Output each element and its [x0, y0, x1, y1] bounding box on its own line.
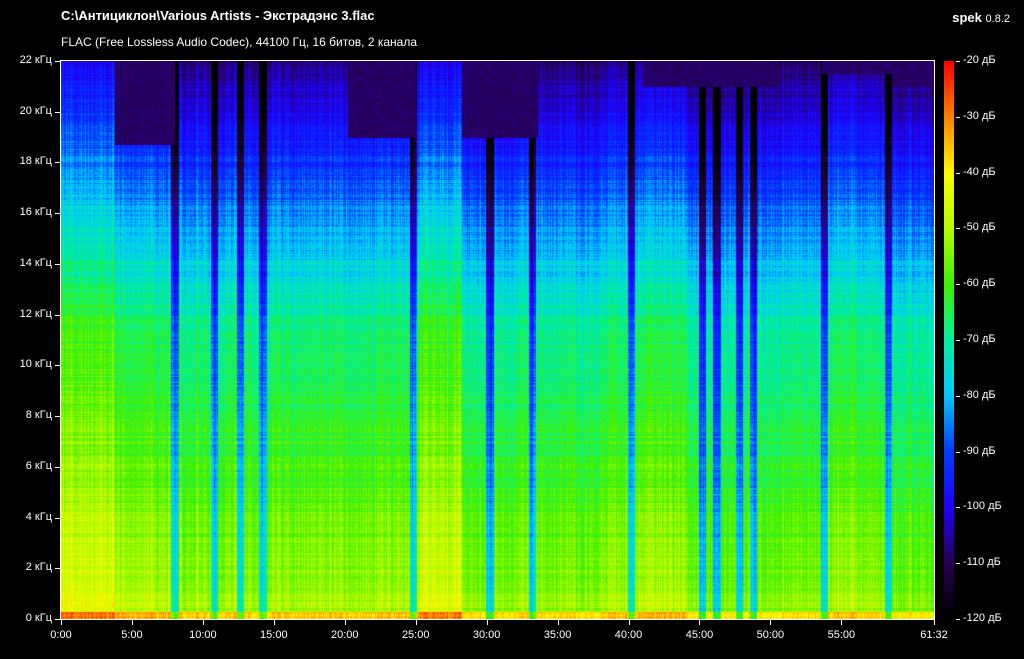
x-tick-label: 35:00 [543, 629, 572, 641]
db-tick [956, 395, 960, 397]
y-tick-label: 6 кГц [25, 459, 52, 472]
y-tick-label: 18 кГц [19, 155, 52, 168]
x-tick [131, 620, 133, 625]
y-tick [55, 61, 60, 62]
y-tick [55, 619, 60, 620]
db-tick [956, 451, 960, 453]
db-tick-label: -80 дБ [963, 388, 996, 401]
y-tick-label: 22 кГц [19, 54, 52, 66]
y-tick-label: 16 кГц [19, 206, 52, 219]
y-tick [55, 416, 60, 418]
x-tick [934, 620, 935, 625]
x-tick [841, 620, 843, 625]
x-tick-label: 40:00 [614, 629, 643, 641]
y-tick [55, 213, 60, 215]
x-tick-label: 55:00 [827, 629, 856, 641]
db-tick [956, 172, 960, 174]
y-tick [55, 314, 60, 316]
db-tick-label: -110 дБ [963, 556, 1001, 569]
db-tick [956, 228, 960, 230]
db-tick-label: -60 дБ [963, 277, 996, 290]
db-tick [956, 116, 960, 118]
y-tick [55, 111, 60, 113]
y-tick-label: 10 кГц [19, 358, 52, 371]
db-tick-label: -70 дБ [963, 333, 996, 345]
y-tick-label: 20 кГц [19, 104, 52, 117]
x-tick [557, 620, 559, 625]
x-tick [770, 620, 772, 625]
db-tick-label: -120 дБ [963, 612, 1002, 624]
x-tick [61, 620, 62, 625]
app-name: spek [952, 10, 982, 25]
x-tick-label: 45:00 [685, 629, 714, 641]
y-tick [55, 365, 60, 367]
y-tick [55, 263, 60, 265]
db-tick-label: -20 дБ [963, 54, 996, 66]
y-tick-label: 14 кГц [19, 256, 52, 269]
y-tick [55, 517, 60, 519]
x-tick-label: 50:00 [756, 629, 785, 641]
y-tick-label: 12 кГц [19, 307, 52, 320]
x-tick [202, 620, 204, 625]
y-tick [55, 466, 60, 468]
x-tick [486, 620, 488, 625]
x-tick [273, 620, 275, 625]
db-tick [956, 507, 960, 509]
db-tick [956, 619, 960, 620]
db-tick [956, 61, 960, 62]
db-tick-label: -90 дБ [963, 444, 996, 457]
x-tick [699, 620, 701, 625]
y-tick-label: 4 кГц [25, 510, 52, 523]
x-tick-label: 25:00 [401, 629, 430, 641]
x-tick [344, 620, 346, 625]
db-tick-label: -100 дБ [963, 500, 1002, 513]
y-tick-label: 8 кГц [25, 409, 52, 422]
app-brand: spek 0.8.2 [952, 10, 1010, 25]
x-tick [415, 620, 417, 625]
file-info: FLAC (Free Lossless Audio Codec), 44100 … [61, 35, 417, 49]
y-tick-label: 0 кГц [25, 612, 52, 624]
y-tick-label: 2 кГц [25, 561, 52, 574]
x-tick-label: 30:00 [472, 629, 501, 641]
x-tick-label: 61:32 [920, 629, 948, 641]
db-tick-label: -40 дБ [963, 165, 996, 178]
db-tick [956, 563, 960, 565]
db-tick [956, 284, 960, 286]
db-tick-label: -50 дБ [963, 221, 996, 234]
db-tick-label: -30 дБ [963, 109, 996, 122]
x-tick-label: 0:00 [50, 629, 72, 641]
x-tick-label: 15:00 [260, 629, 288, 641]
y-tick [55, 568, 60, 570]
x-tick [628, 620, 630, 625]
plot-frame [60, 60, 935, 620]
file-path-title: C:\Антициклон\Various Artists - Экстрадэ… [61, 8, 375, 23]
x-tick-label: 20:00 [330, 629, 359, 641]
y-tick [55, 162, 60, 164]
app-version: 0.8.2 [985, 13, 1010, 25]
db-tick [956, 340, 960, 341]
db-color-scale [944, 61, 954, 619]
x-tick-label: 5:00 [121, 629, 143, 641]
x-tick-label: 10:00 [189, 629, 217, 641]
